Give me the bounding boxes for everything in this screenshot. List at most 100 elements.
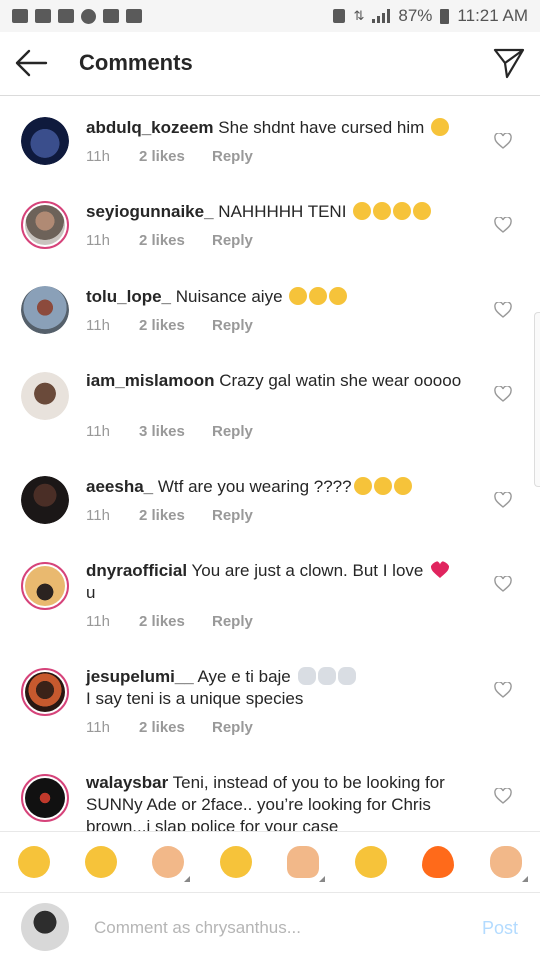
weary-cat-icon: [337, 667, 356, 685]
direct-share-icon[interactable]: [492, 46, 526, 80]
comment-body-line2: I say teni is a unique species: [86, 689, 304, 708]
like-heart-icon[interactable]: [494, 576, 512, 592]
raised-hand-icon[interactable]: [287, 846, 325, 882]
weary-cat-icon: [297, 667, 316, 685]
like-heart-icon[interactable]: [494, 133, 512, 149]
image-icon: [103, 9, 119, 23]
avatar[interactable]: [21, 668, 69, 716]
comment-username[interactable]: iam_mislamoon: [86, 371, 215, 390]
comment-meta: 11h 3 likes Reply: [86, 423, 253, 440]
slight-frown-icon: [431, 118, 450, 136]
notification-icons: [12, 8, 142, 24]
avatar[interactable]: [21, 774, 69, 822]
comments-header: Comments: [0, 32, 540, 96]
like-heart-icon[interactable]: [494, 788, 512, 804]
comment-likes[interactable]: 2 likes: [139, 232, 212, 249]
like-heart-icon[interactable]: [494, 682, 512, 698]
tears-of-joy-icon[interactable]: [18, 846, 50, 878]
comment-username[interactable]: jesupelumi__: [86, 667, 194, 686]
comment-body: Nuisance aiye: [175, 287, 283, 306]
comment-username[interactable]: seyiogunnaike_: [86, 202, 214, 221]
rofl-icon: [329, 287, 348, 305]
comment-text: seyiogunnaike_ NAHHHHH TENI: [86, 201, 476, 223]
laughing-icon: [353, 202, 372, 220]
comment-likes[interactable]: 2 likes: [139, 148, 212, 165]
whatsapp-icon: [81, 8, 96, 24]
avatar[interactable]: [21, 286, 69, 334]
persevering-icon: [373, 477, 392, 495]
gallery-icon: [58, 9, 74, 23]
status-bar: ⇅ 87% 11:21 AM: [0, 0, 540, 32]
comment-composer: Post: [0, 893, 540, 960]
comment-username[interactable]: dnyraofficial: [86, 561, 187, 580]
comment-time: 11h: [86, 232, 110, 249]
comment-likes[interactable]: 2 likes: [139, 719, 212, 736]
comments-list[interactable]: abdulq_kozeem She shdnt have cursed him …: [0, 97, 540, 831]
avatar[interactable]: [21, 201, 69, 249]
laughing-icon: [393, 202, 412, 220]
fire-icon[interactable]: [422, 846, 454, 878]
reply-button[interactable]: Reply: [212, 317, 253, 334]
avatar[interactable]: [21, 562, 69, 610]
comment-username[interactable]: walaysbar: [86, 773, 168, 792]
scroll-indicator[interactable]: [534, 312, 540, 487]
comment-text: jesupelumi__ Aye e ti baje I say teni is…: [86, 666, 476, 710]
like-heart-icon[interactable]: [494, 217, 512, 233]
reply-button[interactable]: Reply: [212, 507, 253, 524]
email-icon: [126, 9, 142, 23]
laughing-icon: [413, 202, 432, 220]
comment-username[interactable]: aeesha_: [86, 477, 153, 496]
signal-icon: [372, 9, 391, 23]
reply-button[interactable]: Reply: [212, 613, 253, 630]
rofl-icon: [309, 287, 328, 305]
slight-frown-icon[interactable]: [355, 846, 387, 878]
comment-text: dnyraofficial You are just a clown. But …: [86, 560, 476, 604]
comment-text: walaysbar Teni, instead of you to be loo…: [86, 772, 476, 831]
like-heart-icon[interactable]: [494, 302, 512, 318]
comment-meta: 11h 2 likes Reply: [86, 719, 253, 736]
persevering-icon: [353, 477, 372, 495]
comment-likes[interactable]: 2 likes: [139, 507, 212, 524]
comment-username[interactable]: tolu_lope_: [86, 287, 171, 306]
avatar[interactable]: [21, 476, 69, 524]
back-arrow-icon[interactable]: [14, 48, 48, 78]
reply-button[interactable]: Reply: [212, 719, 253, 736]
page-title: Comments: [79, 50, 193, 75]
comment-input[interactable]: [94, 915, 454, 941]
like-heart-icon[interactable]: [494, 386, 512, 402]
data-transfer-icon: ⇅: [353, 8, 365, 23]
mail-icon: [35, 9, 51, 23]
comment-time: 11h: [86, 317, 110, 334]
lock-icon: [333, 9, 346, 23]
reply-button[interactable]: Reply: [212, 423, 253, 440]
comment-time: 11h: [86, 719, 110, 736]
comment-meta: 11h 2 likes Reply: [86, 317, 253, 334]
comment-body: Wtf are you wearing ????: [157, 477, 352, 496]
system-status: ⇅ 87% 11:21 AM: [333, 6, 528, 26]
comment-body-continued: u: [86, 583, 96, 602]
post-button[interactable]: Post: [482, 918, 518, 939]
rofl-icon[interactable]: [85, 846, 117, 878]
comment-text: iam_mislamoon Crazy gal watin she wear o…: [86, 370, 476, 392]
comment-likes[interactable]: 2 likes: [139, 317, 212, 334]
ok-hand-icon[interactable]: [490, 846, 528, 882]
comment-time: 11h: [86, 423, 110, 440]
battery-icon: [440, 8, 450, 24]
comment-likes[interactable]: 2 likes: [139, 613, 212, 630]
comment-body: Aye e ti baje: [197, 667, 291, 686]
comment-username[interactable]: abdulq_kozeem: [86, 118, 214, 137]
comment-likes[interactable]: 3 likes: [139, 423, 212, 440]
like-heart-icon[interactable]: [494, 492, 512, 508]
avatar[interactable]: [21, 117, 69, 165]
comment-body: NAHHHHH TENI: [218, 202, 347, 221]
reply-button[interactable]: Reply: [212, 232, 253, 249]
persevering-icon: [393, 477, 412, 495]
heart-eyes-cat-icon[interactable]: [152, 846, 190, 882]
reply-button[interactable]: Reply: [212, 148, 253, 165]
grinning-icon[interactable]: [220, 846, 252, 878]
comment-meta: 11h 2 likes Reply: [86, 148, 253, 165]
avatar[interactable]: [21, 372, 69, 420]
comment-time: 11h: [86, 148, 110, 165]
message-icon: [12, 9, 28, 23]
comment-body: She shdnt have cursed him: [218, 118, 425, 137]
